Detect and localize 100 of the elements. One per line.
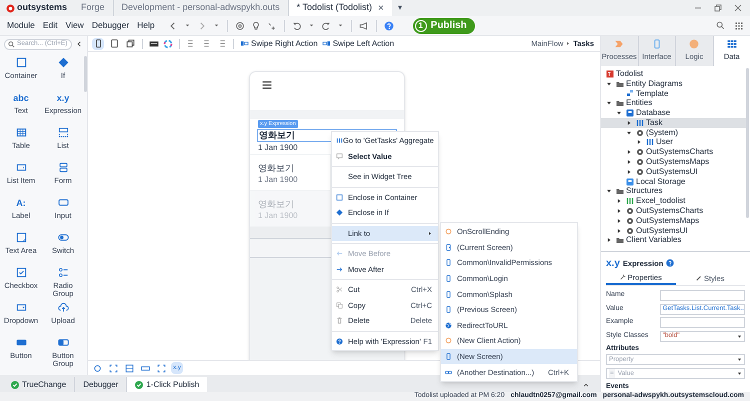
caret-right-icon[interactable] <box>626 120 632 126</box>
panel-tab[interactable]: 1-Click Publish <box>127 377 208 392</box>
device-button[interactable] <box>92 38 104 50</box>
scrollbar[interactable] <box>746 68 749 218</box>
tree-item[interactable]: OutSystemsUI <box>601 226 746 236</box>
list-icon <box>58 127 68 138</box>
tree-item[interactable]: Entity Diagrams <box>601 78 746 89</box>
square-outline-icon <box>336 194 343 201</box>
arrow-plus-icon[interactable] <box>266 20 277 30</box>
caret-down-icon[interactable] <box>606 188 612 194</box>
phone-icon <box>94 39 102 48</box>
input-field[interactable] <box>660 317 745 328</box>
frame-icon <box>156 364 166 372</box>
tree-item[interactable]: Todolist <box>601 69 746 79</box>
tree-item[interactable]: OutSystemsMaps <box>601 157 746 167</box>
redo-icon[interactable] <box>320 20 331 30</box>
tree-item[interactable]: Structures <box>601 186 746 196</box>
tree-item[interactable]: Database <box>601 108 746 118</box>
tree-item[interactable]: OutSystemsMaps <box>601 216 746 226</box>
publish-button[interactable]: 1 Publish <box>412 18 475 34</box>
swipe-action-button[interactable]: Swipe Left Action <box>322 38 394 50</box>
menu-item[interactable]: Edit <box>42 19 58 32</box>
lightbulb-icon[interactable] <box>250 20 261 30</box>
caret-icon[interactable] <box>212 22 220 29</box>
caret-down-icon[interactable] <box>606 80 612 87</box>
input-icon <box>58 197 68 208</box>
folder-icon <box>616 187 624 196</box>
item-title: 영화보기 <box>258 163 294 174</box>
widget-filter-button[interactable] <box>155 362 167 374</box>
tablet-icon <box>110 39 118 48</box>
tree-item[interactable]: OutSystemsCharts <box>601 147 746 158</box>
help-icon[interactable] <box>384 20 394 30</box>
trash-icon <box>336 317 343 324</box>
table-icon <box>626 197 634 206</box>
search-icon <box>8 40 15 48</box>
caret-icon[interactable] <box>308 22 315 29</box>
chevron-shape-icon <box>614 39 624 50</box>
tree-item[interactable]: Template <box>601 88 746 98</box>
caret-down-icon <box>737 334 742 339</box>
circle-icon <box>689 39 700 50</box>
arrow-right-icon <box>336 266 343 273</box>
tree-item[interactable]: OutSystemsUI <box>601 166 746 177</box>
checkbox-icon <box>16 267 26 278</box>
tree-item[interactable]: Local Storage <box>601 176 746 187</box>
toolbox-icon: x.y <box>56 94 70 102</box>
text-area-icon <box>16 232 26 243</box>
tree-item[interactable]: (System) <box>601 128 746 138</box>
palette-icon[interactable] <box>163 38 173 48</box>
frame-icon <box>108 364 118 372</box>
button-icon <box>16 337 26 348</box>
maximize-icon[interactable] <box>714 4 722 12</box>
tree-item[interactable]: Task <box>601 118 746 128</box>
form-icon <box>58 162 68 173</box>
input-field[interactable] <box>660 290 745 302</box>
menu-icon[interactable] <box>261 80 273 90</box>
scrollbar[interactable] <box>84 56 87 92</box>
tree-item[interactable]: OutSystemsCharts <box>601 206 746 216</box>
caret-icon[interactable] <box>336 22 344 29</box>
tree-item[interactable]: User <box>601 138 746 148</box>
toolbox-icon: A: <box>16 198 26 206</box>
caret-icon[interactable] <box>184 22 191 29</box>
item-date: 1 Jan 1900 <box>258 142 298 153</box>
help-icon[interactable] <box>666 259 674 268</box>
block-icon <box>92 364 102 372</box>
keyboard-icon[interactable] <box>149 38 159 48</box>
tree-item[interactable]: Excel_todolist <box>601 196 746 206</box>
menu-item[interactable]: View <box>66 19 84 32</box>
settings-icon[interactable] <box>234 20 245 30</box>
caret-down-icon[interactable] <box>626 130 632 136</box>
close-tab-button[interactable]: × <box>378 0 384 16</box>
tree-item[interactable]: Client Variables <box>601 236 746 246</box>
megaphone-icon[interactable] <box>358 20 369 30</box>
upload-icon <box>58 302 68 313</box>
close-icon[interactable] <box>734 4 742 12</box>
windows-icon <box>126 39 134 48</box>
task-row[interactable]: 영화보기 1 Jan 1900 <box>250 155 330 190</box>
widget-filter-button[interactable] <box>107 362 119 374</box>
device-button[interactable] <box>124 38 136 50</box>
collapse-icon[interactable] <box>76 40 83 48</box>
swipe-action-button[interactable]: Swipe Right Action <box>240 38 318 50</box>
dropdown-icon <box>16 302 26 313</box>
table-icon <box>726 39 737 50</box>
window-tab[interactable]: * Todolist (Todolist) × <box>288 0 392 16</box>
item-date: 1 Jan 1900 <box>258 210 298 221</box>
tree-item[interactable]: Entities <box>601 98 746 108</box>
diamond-icon <box>58 57 68 68</box>
undo-icon[interactable] <box>292 20 302 30</box>
menu-item[interactable]: Help <box>137 19 155 32</box>
wrench-icon <box>620 274 626 280</box>
align-center-icon[interactable] <box>202 39 211 48</box>
check-circle-icon <box>11 380 19 388</box>
phone-icon <box>445 275 452 282</box>
search-icon[interactable] <box>716 21 725 30</box>
menu-item[interactable]: Module <box>7 19 35 32</box>
chevron-up-icon[interactable] <box>582 382 590 388</box>
chevron-right-icon <box>428 230 432 236</box>
menu-item[interactable]: Debugger <box>92 19 130 32</box>
tab-overflow-button[interactable]: ▾ <box>398 2 402 14</box>
phone-icon <box>652 39 662 50</box>
widget-filter-button[interactable] <box>123 362 135 374</box>
